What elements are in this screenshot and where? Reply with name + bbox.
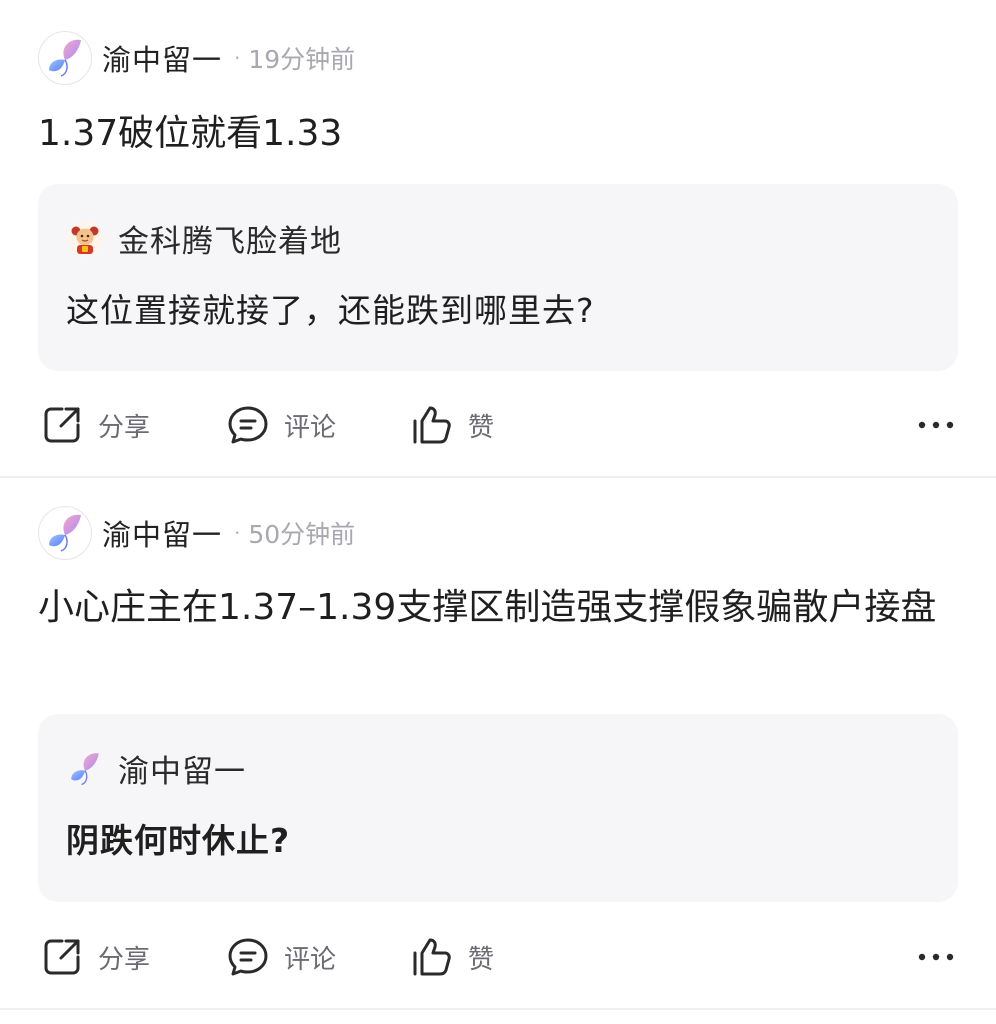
author-name[interactable]: 渝中留一: [102, 37, 222, 79]
butterfly-icon: [71, 752, 99, 785]
post-header: 渝中留一 · 19分钟前: [38, 31, 355, 85]
quoted-post-header: 渝中留一: [66, 746, 246, 791]
post-card: 渝中留一 · 19分钟前 1.37破位就看1.33 金科腾飞脸着地 这位置接就接…: [0, 0, 996, 478]
quoted-post-text: 阴跌何时休止?: [66, 821, 291, 860]
like-button[interactable]: 赞: [410, 934, 494, 980]
comment-button[interactable]: 评论: [226, 934, 336, 980]
action-bar: 分享 评论 赞: [40, 934, 956, 980]
comment-button[interactable]: 评论: [226, 402, 336, 448]
post-content[interactable]: 小心庄主在1.37–1.39支撑区制造强支撑假象骗散户接盘: [38, 582, 968, 634]
quoted-author-name[interactable]: 渝中留一: [118, 746, 246, 791]
more-button[interactable]: [916, 402, 956, 448]
post-time: 19分钟前: [248, 45, 356, 74]
quoted-author-name[interactable]: 金科腾飞脸着地: [118, 216, 342, 261]
post-header: 渝中留一 · 50分钟前: [38, 506, 355, 560]
thumbs-up-icon: [410, 403, 454, 447]
thumbs-up-icon: [410, 935, 454, 979]
author-name[interactable]: 渝中留一: [102, 512, 222, 554]
share-label: 分享: [98, 412, 151, 443]
quoted-post[interactable]: 金科腾飞脸着地 这位置接就接了，还能跌到哪里去?: [38, 184, 958, 371]
like-label: 赞: [468, 412, 495, 443]
comment-icon: [226, 403, 270, 447]
quoted-post-header: 金科腾飞脸着地: [66, 216, 342, 261]
comment-label: 评论: [284, 412, 337, 443]
author-avatar[interactable]: [38, 31, 92, 85]
share-button[interactable]: 分享: [40, 402, 150, 448]
quoted-author-avatar[interactable]: [66, 750, 104, 788]
like-button[interactable]: 赞: [410, 402, 494, 448]
more-button[interactable]: [916, 934, 956, 980]
share-button[interactable]: 分享: [40, 934, 150, 980]
butterfly-icon: [49, 39, 81, 77]
quoted-post[interactable]: 渝中留一 阴跌何时休止?: [38, 714, 958, 902]
quoted-post-text: 这位置接就接了，还能跌到哪里去?: [66, 291, 595, 330]
more-dots-icon: [918, 421, 954, 429]
share-label: 分享: [98, 944, 151, 975]
post-time: 50分钟前: [248, 520, 356, 549]
comment-icon: [226, 935, 270, 979]
author-avatar[interactable]: [38, 506, 92, 560]
quoted-author-avatar[interactable]: [66, 220, 104, 258]
meta-separator: ·: [234, 521, 241, 545]
like-label: 赞: [468, 944, 495, 975]
post-content[interactable]: 1.37破位就看1.33: [38, 108, 968, 160]
more-dots-icon: [918, 953, 954, 961]
cartoon-character-icon: [67, 220, 103, 257]
share-icon: [40, 403, 84, 447]
post-card: 渝中留一 · 50分钟前 小心庄主在1.37–1.39支撑区制造强支撑假象骗散户…: [0, 478, 996, 1010]
share-icon: [40, 935, 84, 979]
butterfly-icon: [49, 514, 81, 552]
comment-label: 评论: [284, 944, 337, 975]
meta-separator: ·: [234, 46, 241, 70]
action-bar: 分享 评论 赞: [40, 402, 956, 448]
